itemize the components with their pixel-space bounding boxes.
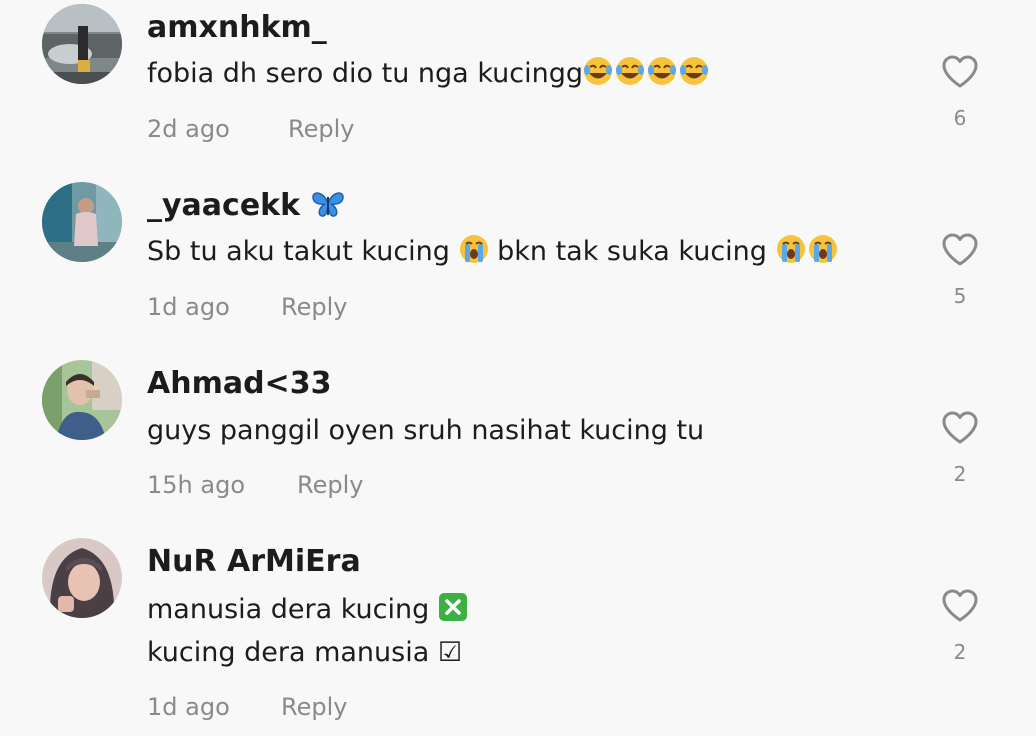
heart-outline-icon <box>942 411 978 444</box>
comment-item: amxnhkm_ fobia dh sero dio tu nga kucing… <box>0 0 1036 178</box>
comment-text: fobia dh sero dio tu nga kucingg <box>147 56 711 95</box>
comment-text: guys panggil oyen sruh nasihat kucing tu <box>147 415 705 446</box>
comment-item: Ahmad<33 guys panggil oyen sruh nasihat … <box>0 356 1036 534</box>
avatar[interactable] <box>42 4 122 84</box>
comment-time: 1d ago <box>147 293 230 321</box>
avatar[interactable] <box>42 538 122 618</box>
comment-item: NuR ArMiEra manusia dera kucing kucing d… <box>0 534 1036 736</box>
reply-button[interactable]: Reply <box>281 292 347 322</box>
reply-button[interactable]: Reply <box>281 692 347 722</box>
crying-face-emoji <box>776 234 840 273</box>
username[interactable]: NuR ArMiEra <box>147 544 361 580</box>
laughing-tears-emoji <box>583 56 711 95</box>
reply-button[interactable]: Reply <box>288 114 354 144</box>
like-count: 2 <box>953 640 967 664</box>
reply-button[interactable]: Reply <box>297 470 363 500</box>
username[interactable]: _yaacekk <box>147 188 345 228</box>
butterfly-emoji <box>311 189 345 228</box>
comment-text-line1: manusia dera kucing <box>147 592 468 631</box>
like-count: 5 <box>953 284 967 308</box>
like-button[interactable] <box>940 408 980 448</box>
heart-outline-icon <box>942 233 978 266</box>
comment-text: Sb tu aku takut kucing bkn tak suka kuci… <box>147 234 840 273</box>
comment-time: 2d ago <box>147 115 230 143</box>
username[interactable]: Ahmad<33 <box>147 366 331 402</box>
username[interactable]: amxnhkm_ <box>147 10 327 46</box>
heart-outline-icon <box>942 589 978 622</box>
avatar[interactable] <box>42 360 122 440</box>
avatar[interactable] <box>42 182 122 262</box>
comment-item: _yaacekk Sb tu aku takut kucing bkn tak … <box>0 178 1036 356</box>
crying-face-emoji <box>459 234 489 273</box>
like-count: 2 <box>953 462 967 486</box>
heart-outline-icon <box>942 55 978 88</box>
comment-time: 1d ago <box>147 693 230 721</box>
checkbox-symbol: ☑ <box>437 637 463 668</box>
like-button[interactable] <box>940 52 980 92</box>
like-count: 6 <box>953 106 967 130</box>
like-button[interactable] <box>940 586 980 626</box>
comment-text-line2: kucing dera manusia ☑ <box>147 637 463 668</box>
like-button[interactable] <box>940 230 980 270</box>
comment-list: amxnhkm_ fobia dh sero dio tu nga kucing… <box>0 0 1036 736</box>
comment-time: 15h ago <box>147 471 246 499</box>
cross-mark-button-emoji <box>438 592 468 631</box>
